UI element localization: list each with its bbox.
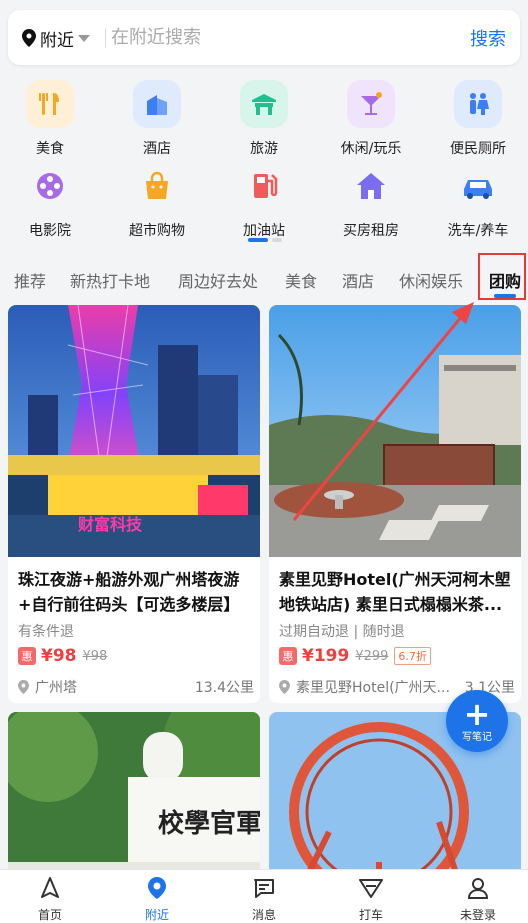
nav-nearby[interactable]: 附近 (112, 876, 202, 922)
nav-label: 消息 (251, 908, 276, 922)
nav-label: 首页 (37, 908, 62, 922)
nav-label: 未登录 (459, 908, 496, 922)
nav-home[interactable]: 首页 (5, 876, 95, 922)
nearby-icon (148, 877, 166, 899)
image-sign-text: 校學官軍 (158, 808, 260, 839)
write-note-button[interactable]: + 写笔记 (446, 690, 508, 752)
nav-label: 附近 (144, 908, 169, 922)
profile-icon (467, 878, 489, 899)
nav-messages[interactable]: 消息 (219, 876, 309, 922)
nav-taxi[interactable]: 打车 (326, 876, 416, 922)
message-icon (254, 879, 274, 898)
plus-icon: + (463, 695, 491, 733)
nav-profile[interactable]: 未登录 (433, 876, 523, 922)
bottom-nav: 首页 附近 消息 打车 未登录 (0, 869, 528, 923)
fab-label: 写笔记 (462, 732, 492, 743)
taxi-icon (359, 879, 383, 898)
nav-label: 打车 (358, 908, 383, 922)
home-icon (41, 877, 59, 898)
